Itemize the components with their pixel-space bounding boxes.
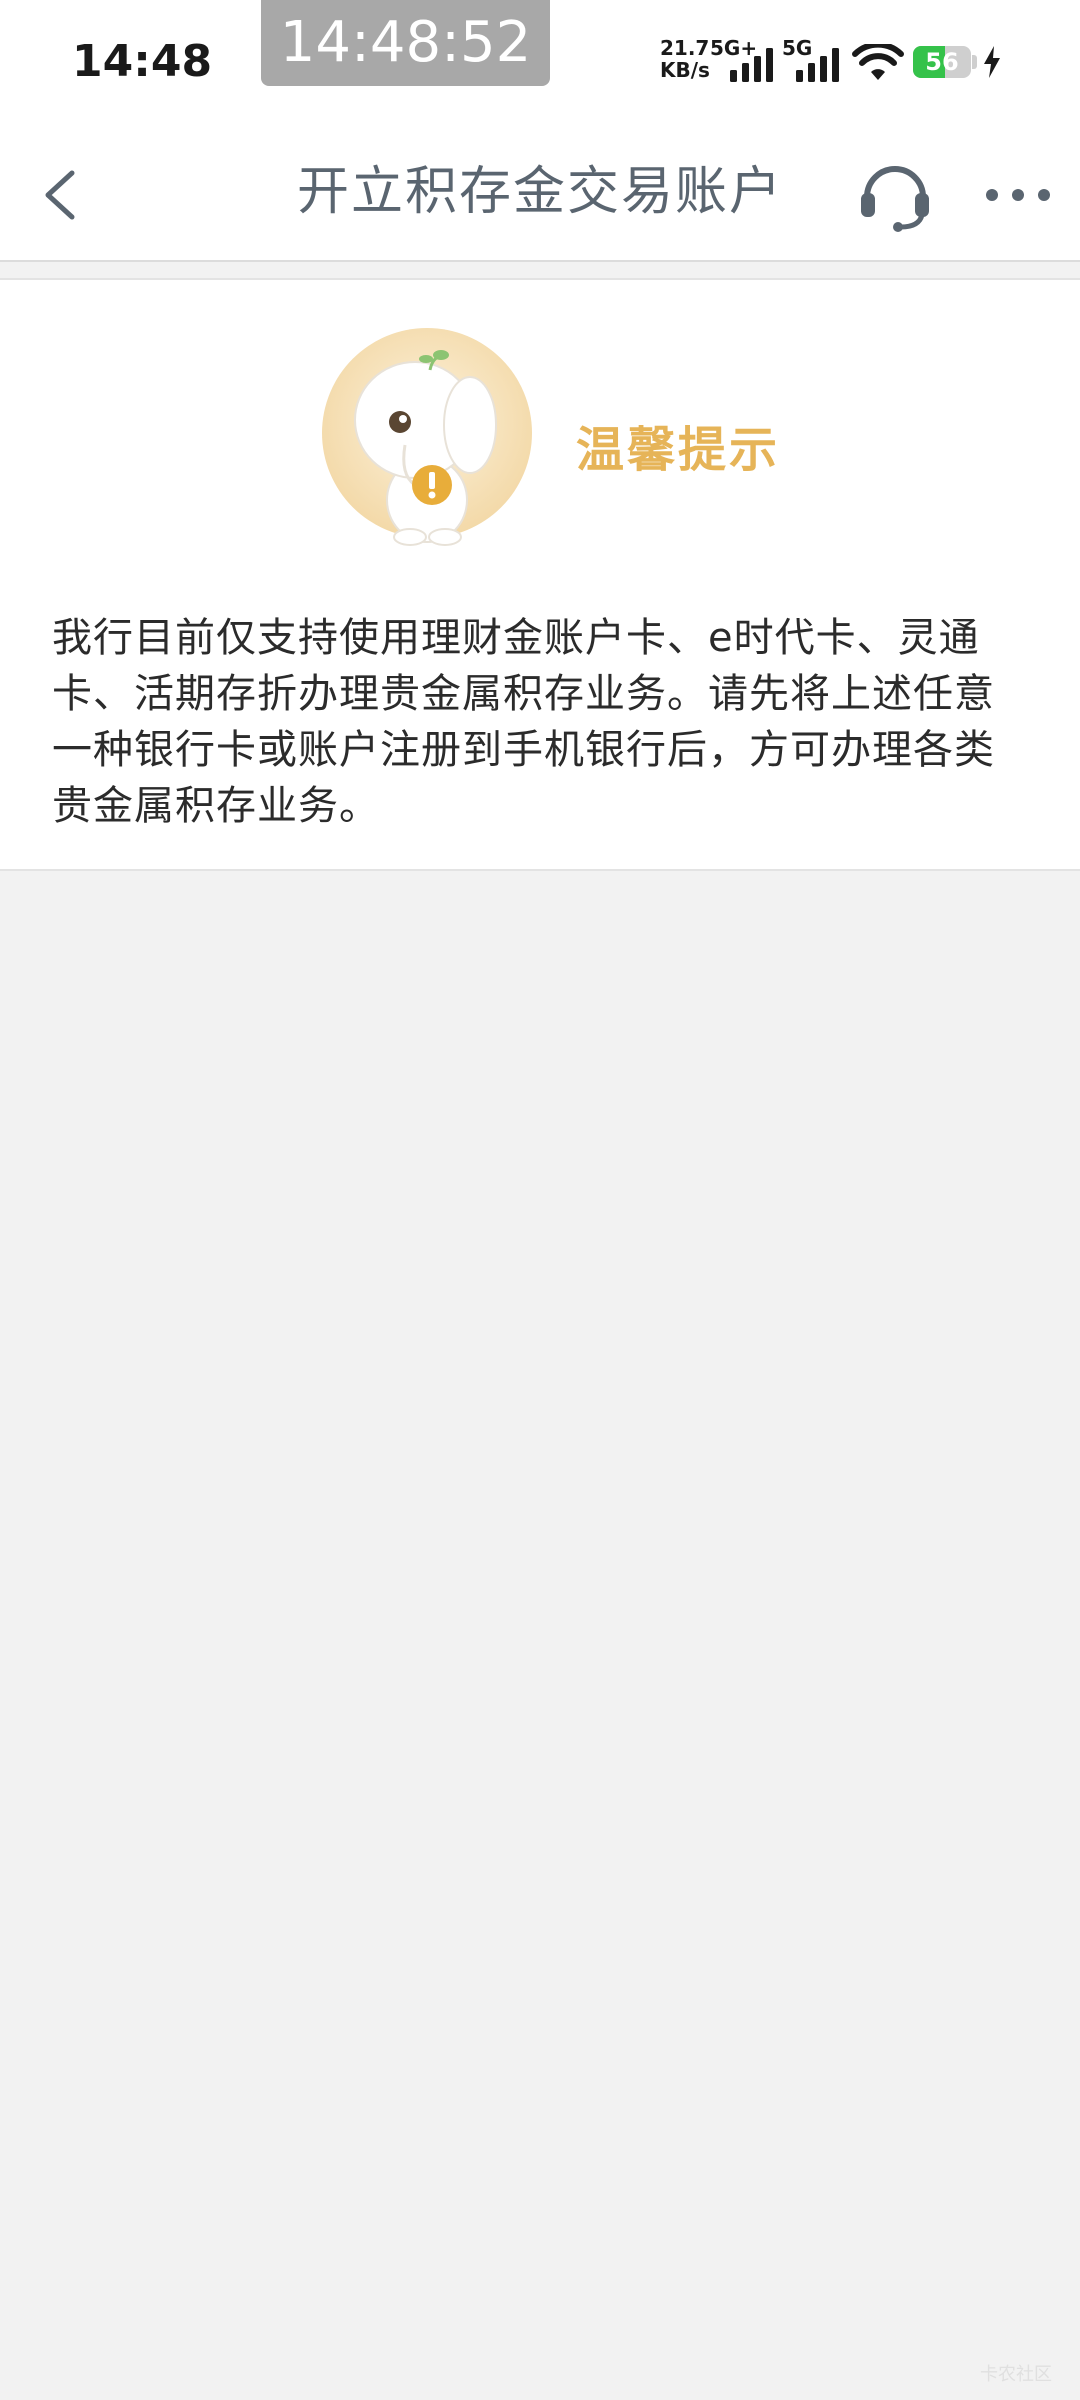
- net-speed-unit: KB/s: [660, 58, 710, 82]
- wifi-icon: [852, 44, 904, 80]
- chevron-left-icon: [45, 170, 75, 220]
- battery-level: 56: [925, 48, 959, 76]
- watermark: 卡农社区: [980, 2364, 1052, 2385]
- more-button[interactable]: [980, 165, 1060, 225]
- clock-overlay: 14:48:52: [261, 0, 550, 86]
- status-time: 14:48: [72, 36, 213, 87]
- more-dots-icon: [986, 189, 1050, 201]
- customer-service-button[interactable]: [855, 155, 935, 235]
- charging-bolt-icon: [984, 46, 1000, 78]
- signal-bars-icon: [730, 48, 773, 82]
- notice-card: 温馨提示 我行目前仅支持使用理财金账户卡、e时代卡、灵通卡、活期存折办理贵金属积…: [0, 278, 1080, 871]
- back-button[interactable]: [30, 155, 100, 230]
- screen: 14:48 14:48:52 21.7 KB/s 5G+ 5G 56 开立积存金…: [0, 0, 1080, 2400]
- battery-tip: [972, 55, 977, 69]
- battery-icon: 56: [913, 46, 971, 78]
- notice-heading: 温馨提示: [576, 422, 781, 478]
- signal-bars-icon: [796, 48, 839, 82]
- navigation-bar: 开立积存金交易账户: [0, 125, 1080, 262]
- headset-icon: [861, 166, 929, 232]
- status-bar: 14:48 14:48:52 21.7 KB/s 5G+ 5G 56: [0, 0, 1080, 125]
- notice-body-text: 我行目前仅支持使用理财金账户卡、e时代卡、灵通卡、活期存折办理贵金属积存业务。请…: [52, 615, 995, 829]
- elephant-mascot-icon: [322, 328, 532, 546]
